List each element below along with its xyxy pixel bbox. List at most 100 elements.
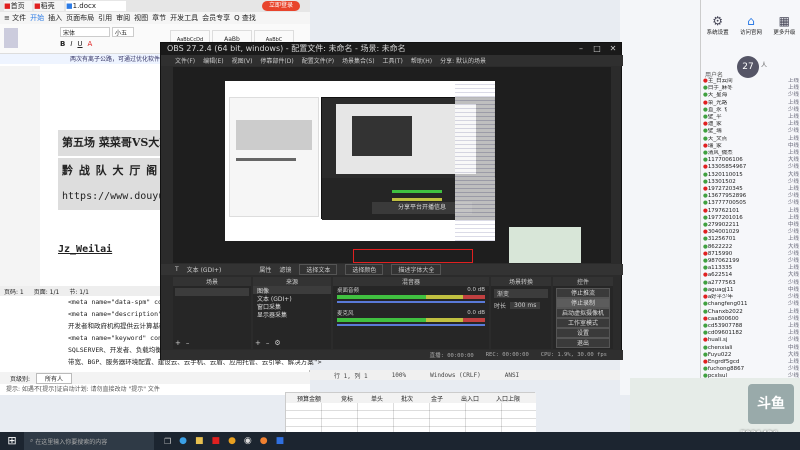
user-row[interactable]: ● 13305854967 少线 [703,164,799,171]
studio-mode-button[interactable]: 工作室模式 [556,318,610,328]
font-color-button[interactable]: A [88,40,93,48]
obs-menu-profile[interactable]: 配置文件(P) [302,56,334,65]
stop-recording-button[interactable]: 停止录制 [556,298,610,308]
underline-button[interactable]: U [77,40,82,48]
select-text-button[interactable]: 选择文本 [299,264,338,275]
user-row[interactable]: ● 279902211 中线 [703,222,799,229]
obs-menu-help[interactable]: 帮助(H) [411,56,432,65]
obs-menu-scene-collection[interactable]: 场景集合(S) [342,56,375,65]
user-row[interactable]: ● a622514 大线 [703,272,799,279]
tab-home[interactable]: ■ 首页 [4,1,32,11]
menu-insert[interactable]: 插入 [48,13,62,23]
search-box[interactable]: Q 查找 [234,13,256,23]
scene-item[interactable] [175,288,249,296]
chrome-icon[interactable]: ● [228,436,236,446]
user-row[interactable]: ● 13677952896 少线 [703,193,799,200]
user-row[interactable]: ● 179762101 上线 [703,208,799,215]
italic-button[interactable]: I [70,40,72,48]
system-settings[interactable]: ⚙ 系统设置 [707,14,729,36]
folder-icon[interactable]: ■ [195,436,204,446]
tab-daoke[interactable]: ■ 稻壳 [34,1,64,11]
user-row[interactable]: ● changfeng011 少线 [703,301,799,308]
user-row[interactable]: ● 1177006106 大线 [703,157,799,164]
user-row[interactable]: ● 8715990 少线 [703,251,799,258]
filters-button[interactable]: 滤镜 [279,265,291,274]
user-row[interactable]: ● 987062199 少线 [703,258,799,265]
properties-button[interactable]: 属性 [259,265,271,274]
user-row[interactable]: ● 菜_光路 上线 [703,100,799,107]
start-button[interactable]: ⊞ [0,432,24,450]
select-color-button[interactable]: 选择颜色 [345,264,384,275]
user-row[interactable]: ● Engrdf5gcd 上线 [703,359,799,366]
user-row[interactable]: ● 天_文点 上线 [703,136,799,143]
user-row[interactable]: ● 主_白云间 上线 [703,78,799,85]
source-item[interactable]: 显示器采集 [253,310,331,319]
transition-select[interactable]: 渐变 [494,289,548,298]
obs-menu-edit[interactable]: 编辑(E) [203,56,223,65]
user-row[interactable]: ● caa800600 少线 [703,316,799,323]
user-row[interactable]: ● 白手_麻冬 上线 [703,85,799,92]
user-row[interactable]: ● chenxiali 中线 [703,345,799,352]
remove-source-icon[interactable]: – [266,339,270,347]
user-row[interactable]: ● 304001029 少线 [703,229,799,236]
source-gear-icon[interactable]: ⚙ [274,339,280,347]
find-select[interactable]: 所有人 [36,372,73,384]
user-row[interactable]: ● 13301502 少线 [703,179,799,186]
user-row[interactable]: ● 清风_微杰 上线 [703,150,799,157]
menu-file[interactable]: ≡ 文件 [4,13,26,23]
menu-dev[interactable]: 开发工具 [170,13,198,23]
add-scene-icon[interactable]: + [175,339,181,347]
edge-icon[interactable]: ● [179,436,187,446]
app-icon[interactable]: ■ [276,436,285,446]
user-row[interactable]: ● aguagj11 中线 [703,287,799,294]
virtual-camera-button[interactable]: 启动虚拟摄像机 [556,308,610,318]
menu-chapter[interactable]: 章节 [152,13,166,23]
user-row[interactable]: ● cd09601182 上线 [703,330,799,337]
font-size-select[interactable]: 小五 [112,27,134,37]
menu-view[interactable]: 视图 [134,13,148,23]
tab-document[interactable]: ■ 1.docx [66,1,126,11]
obs-menu-share[interactable]: 分享: 默认的场景 [440,56,486,65]
exit-button[interactable]: 退出 [556,338,610,348]
user-row[interactable]: ● a好平少年 少线 [703,294,799,301]
user-row[interactable]: ● cd53907788 上线 [703,323,799,330]
maximize-icon[interactable]: □ [589,43,605,55]
mic-slider[interactable] [337,324,485,326]
taskbar-search[interactable]: ⌕ 在这里输入你要搜索的内容 [24,432,154,450]
menu-start[interactable]: 开始 [30,13,44,23]
user-row[interactable]: ● 8622222 大线 [703,244,799,251]
remove-scene-icon[interactable]: – [186,339,190,347]
menu-layout[interactable]: 页面布局 [66,13,94,23]
user-row[interactable]: ● a2777563 少线 [703,280,799,287]
stop-streaming-button[interactable]: 停止推流 [556,288,610,298]
menu-review[interactable]: 审阅 [116,13,130,23]
close-icon[interactable]: ✕ [605,43,621,55]
obs-menu-tools[interactable]: 工具(T) [383,56,403,65]
desktop-audio-slider[interactable] [337,301,485,303]
spreadsheet[interactable]: 预算金额 竞标 单头 批次 金子 出入口 入口上限 [285,392,536,437]
user-row[interactable]: ● 壁_瑞 少线 [703,128,799,135]
visit-website[interactable]: ⌂ 访问官网 [740,14,762,36]
user-row[interactable]: ● 1977201016 上线 [703,215,799,222]
user-row[interactable]: ● 壁_平 上线 [703,114,799,121]
bold-button[interactable]: B [60,40,65,48]
user-row[interactable]: ● 13777700505 少线 [703,200,799,207]
user-row[interactable]: ● a113335 上线 [703,265,799,272]
user-row[interactable]: ● 瑞_家 中线 [703,143,799,150]
duration-input[interactable]: 300 ms [510,302,541,309]
user-row[interactable]: ● fuchong8867 少线 [703,366,799,373]
task-view-icon[interactable]: ❐ [164,437,171,446]
obs-preview[interactable]: 分享平台开播信息 [173,67,611,263]
obs-menu-view[interactable]: 视图(V) [232,56,253,65]
douyu-icon[interactable]: ● [260,436,268,446]
user-row[interactable]: ● 天_星海 少线 [703,92,799,99]
user-list[interactable]: ● 主_白云间 上线 ● 白手_麻冬 上线 ● 天_星海 少线 ● 菜_光路 上线 ● 直_永飞… [703,78,799,378]
minimize-icon[interactable]: – [573,43,589,55]
add-source-icon[interactable]: + [255,339,261,347]
user-row[interactable]: ● 1972720345 上线 [703,186,799,193]
obs-menu-file[interactable]: 文件(F) [175,56,195,65]
font-catalog-button[interactable]: 描述字体大全 [391,264,442,275]
obs-menu-docks[interactable]: 停靠部件(D) [260,56,293,65]
user-row[interactable]: ● huali.sj 少线 [703,337,799,344]
menu-reference[interactable]: 引用 [98,13,112,23]
